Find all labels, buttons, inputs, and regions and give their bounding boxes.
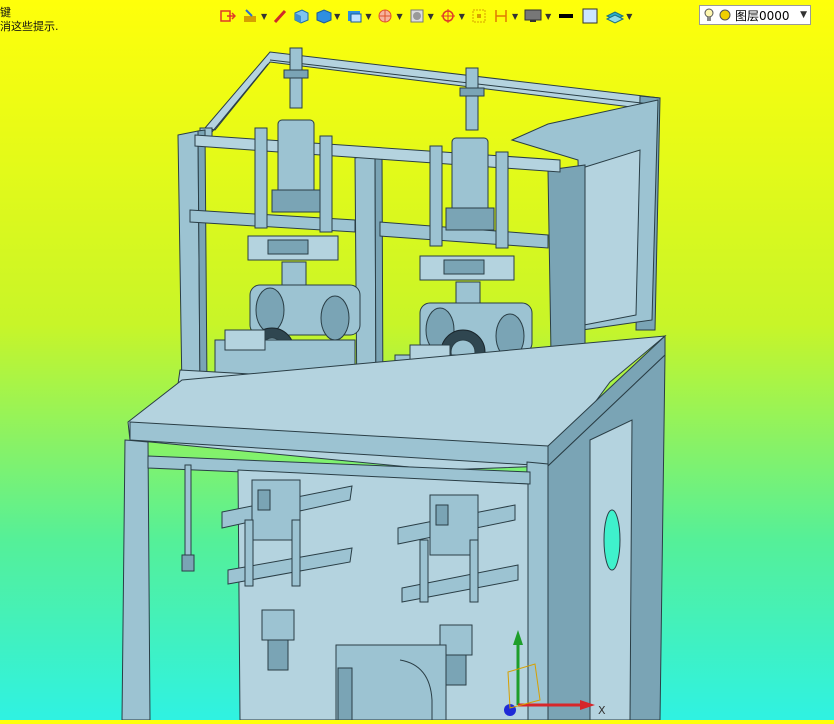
coordinate-icon[interactable]: ▼ (438, 5, 467, 27)
chevron-down-icon: ▼ (545, 11, 552, 21)
hint-text: 键 消这些提示. (0, 6, 59, 34)
exit-sketch-icon[interactable] (218, 5, 238, 27)
3d-viewport[interactable]: .f { fill:#9cc3d2; stroke:#2a3e46; strok… (0, 0, 834, 721)
sketch-tools-icon[interactable]: ▼ (240, 5, 269, 27)
line-color-icon[interactable] (555, 5, 577, 27)
chevron-down-icon: ▼ (458, 11, 465, 21)
section-view-icon[interactable]: ▼ (375, 5, 404, 27)
pencil-icon[interactable] (271, 5, 289, 27)
svg-text:X: X (598, 704, 606, 717)
chevron-down-icon: ▼ (396, 11, 403, 21)
bounding-box-icon[interactable] (469, 5, 489, 27)
machine-model: .f { fill:#9cc3d2; stroke:#2a3e46; strok… (121, 47, 667, 721)
dimension-icon[interactable]: ▼ (491, 5, 520, 27)
chevron-down-icon: ▼ (511, 11, 519, 21)
fill-color-icon[interactable] (579, 5, 601, 27)
view-cube-icon[interactable]: ▼ (313, 5, 342, 27)
hint-line-2: 消这些提示. (0, 20, 59, 33)
monitor-icon[interactable]: ▼ (522, 5, 553, 27)
lightbulb-icon[interactable] (703, 7, 715, 23)
chevron-down-icon: ▼ (261, 11, 268, 21)
chevron-down-icon: ▼ (427, 11, 434, 21)
render-tools-icon[interactable]: ▼ (407, 5, 436, 27)
solid-box-icon[interactable] (291, 5, 311, 27)
chevron-down-icon: ▼ (334, 11, 341, 21)
layer-color-icon (719, 9, 731, 21)
display-style-icon[interactable]: ▼ (344, 5, 373, 27)
layer-manager-icon[interactable]: ▼ (603, 5, 634, 27)
view-toolbar: ▼ ▼ ▼ ▼ ▼ ▼ ▼ ▼ ▼ (218, 4, 634, 28)
hint-line-1: 键 (0, 6, 11, 19)
layer-select[interactable]: 图层0000 ▼ (699, 5, 811, 25)
chevron-down-icon[interactable]: ▼ (800, 10, 807, 20)
chevron-down-icon: ▼ (365, 11, 372, 21)
layer-name: 图层0000 (735, 8, 790, 23)
chevron-down-icon: ▼ (626, 11, 633, 21)
